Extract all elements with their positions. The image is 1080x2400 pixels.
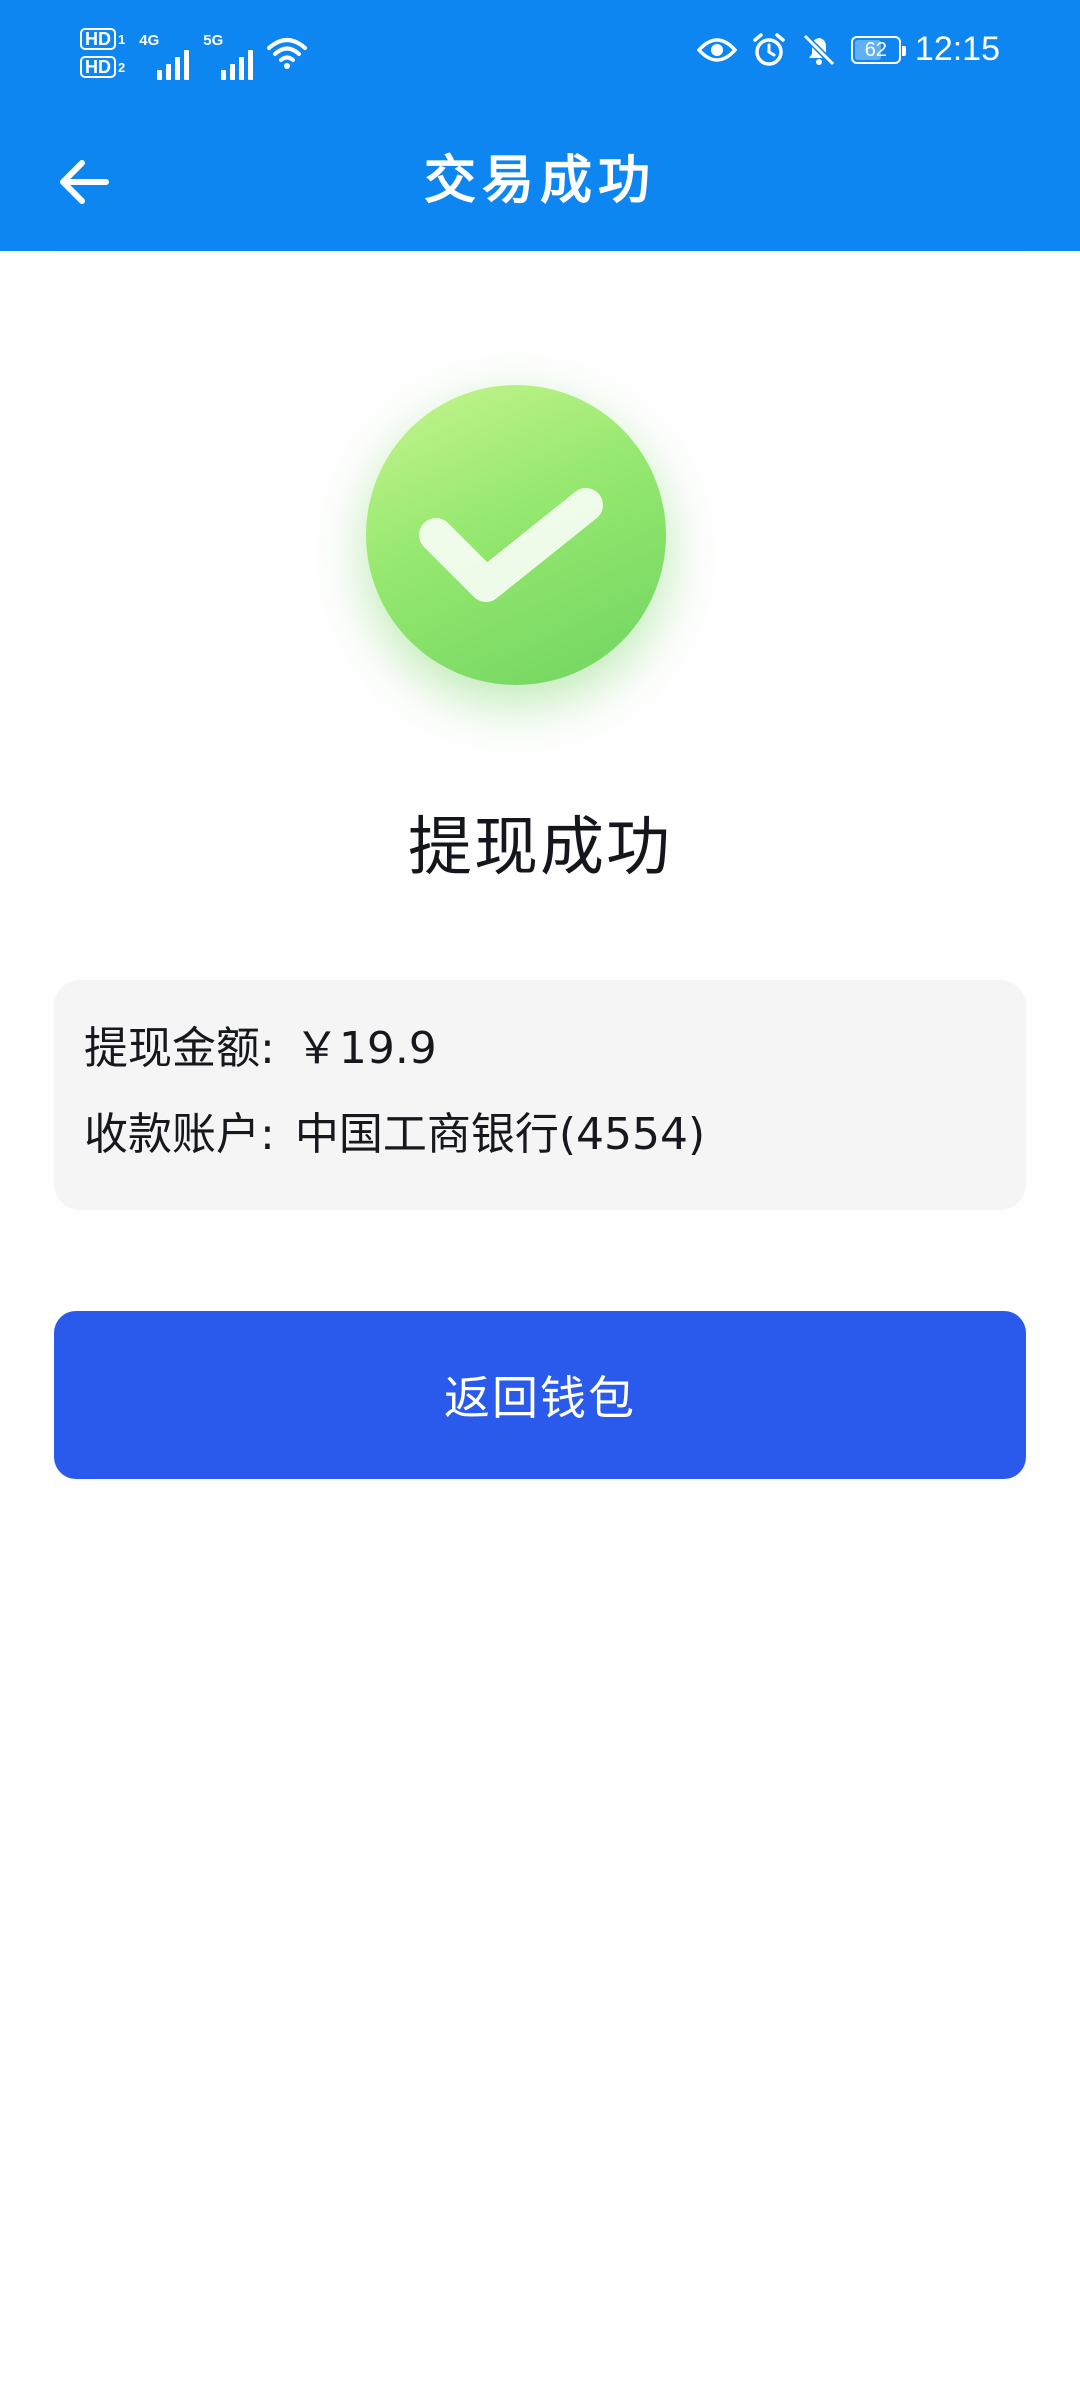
amount-label: 提现金额:: [84, 1023, 275, 1074]
check-circle-icon: [366, 385, 666, 685]
network2-label: 5G: [203, 32, 224, 49]
account-row: 收款账户: 中国工商银行(4554): [84, 1108, 996, 1194]
page-title: 交易成功: [423, 150, 656, 211]
battery-icon: 62: [850, 35, 906, 64]
signal-4g: 4G: [139, 26, 190, 80]
amount-row: 提现金额: ￥19.9: [84, 1022, 996, 1108]
sim-indicators: HD 1 HD 2: [80, 28, 125, 78]
signal-icon: [157, 46, 190, 80]
account-value: 中国工商银行(4554): [294, 1109, 706, 1160]
result-content: 提现成功 提现金额: ￥19.9 收款账户: 中国工商银行(4554) 返回钱包: [54, 251, 1026, 2400]
signal-5g: 5G: [203, 26, 254, 80]
status-bar-left: HD 1 HD 2 4G 5G: [80, 26, 308, 80]
sim2-index: 2: [118, 59, 126, 75]
eye-icon: [696, 37, 737, 62]
network1-label: 4G: [139, 32, 160, 49]
sim2-hd-badge: HD 2: [80, 56, 125, 78]
app-header: HD 1 HD 2 4G 5G 62 12:15 交易成功: [0, 0, 1080, 251]
sim1-index: 1: [118, 31, 126, 47]
status-bar-right: 62 12:15: [696, 30, 1000, 69]
battery-percent: 62: [864, 38, 888, 61]
back-to-wallet-button[interactable]: 返回钱包: [54, 1311, 1026, 1479]
bell-off-icon: [802, 33, 836, 66]
account-label: 收款账户:: [84, 1109, 275, 1160]
alarm-icon: [753, 32, 785, 66]
signal-icon: [221, 46, 254, 80]
status-bar: HD 1 HD 2 4G 5G 62 12:15: [0, 0, 1080, 110]
sim2-badge-label: HD: [80, 56, 116, 78]
status-time: 12:15: [914, 30, 1000, 68]
title-bar: 交易成功: [0, 110, 1080, 251]
success-title: 提现成功: [408, 811, 672, 885]
sim1-hd-badge: HD 1: [80, 28, 125, 50]
transaction-details: 提现金额: ￥19.9 收款账户: 中国工商银行(4554): [54, 980, 1026, 1210]
check-mark-icon: [419, 488, 603, 602]
wifi-icon: [267, 38, 308, 69]
sim1-badge-label: HD: [80, 28, 116, 50]
amount-value: ￥19.9: [294, 1023, 437, 1074]
